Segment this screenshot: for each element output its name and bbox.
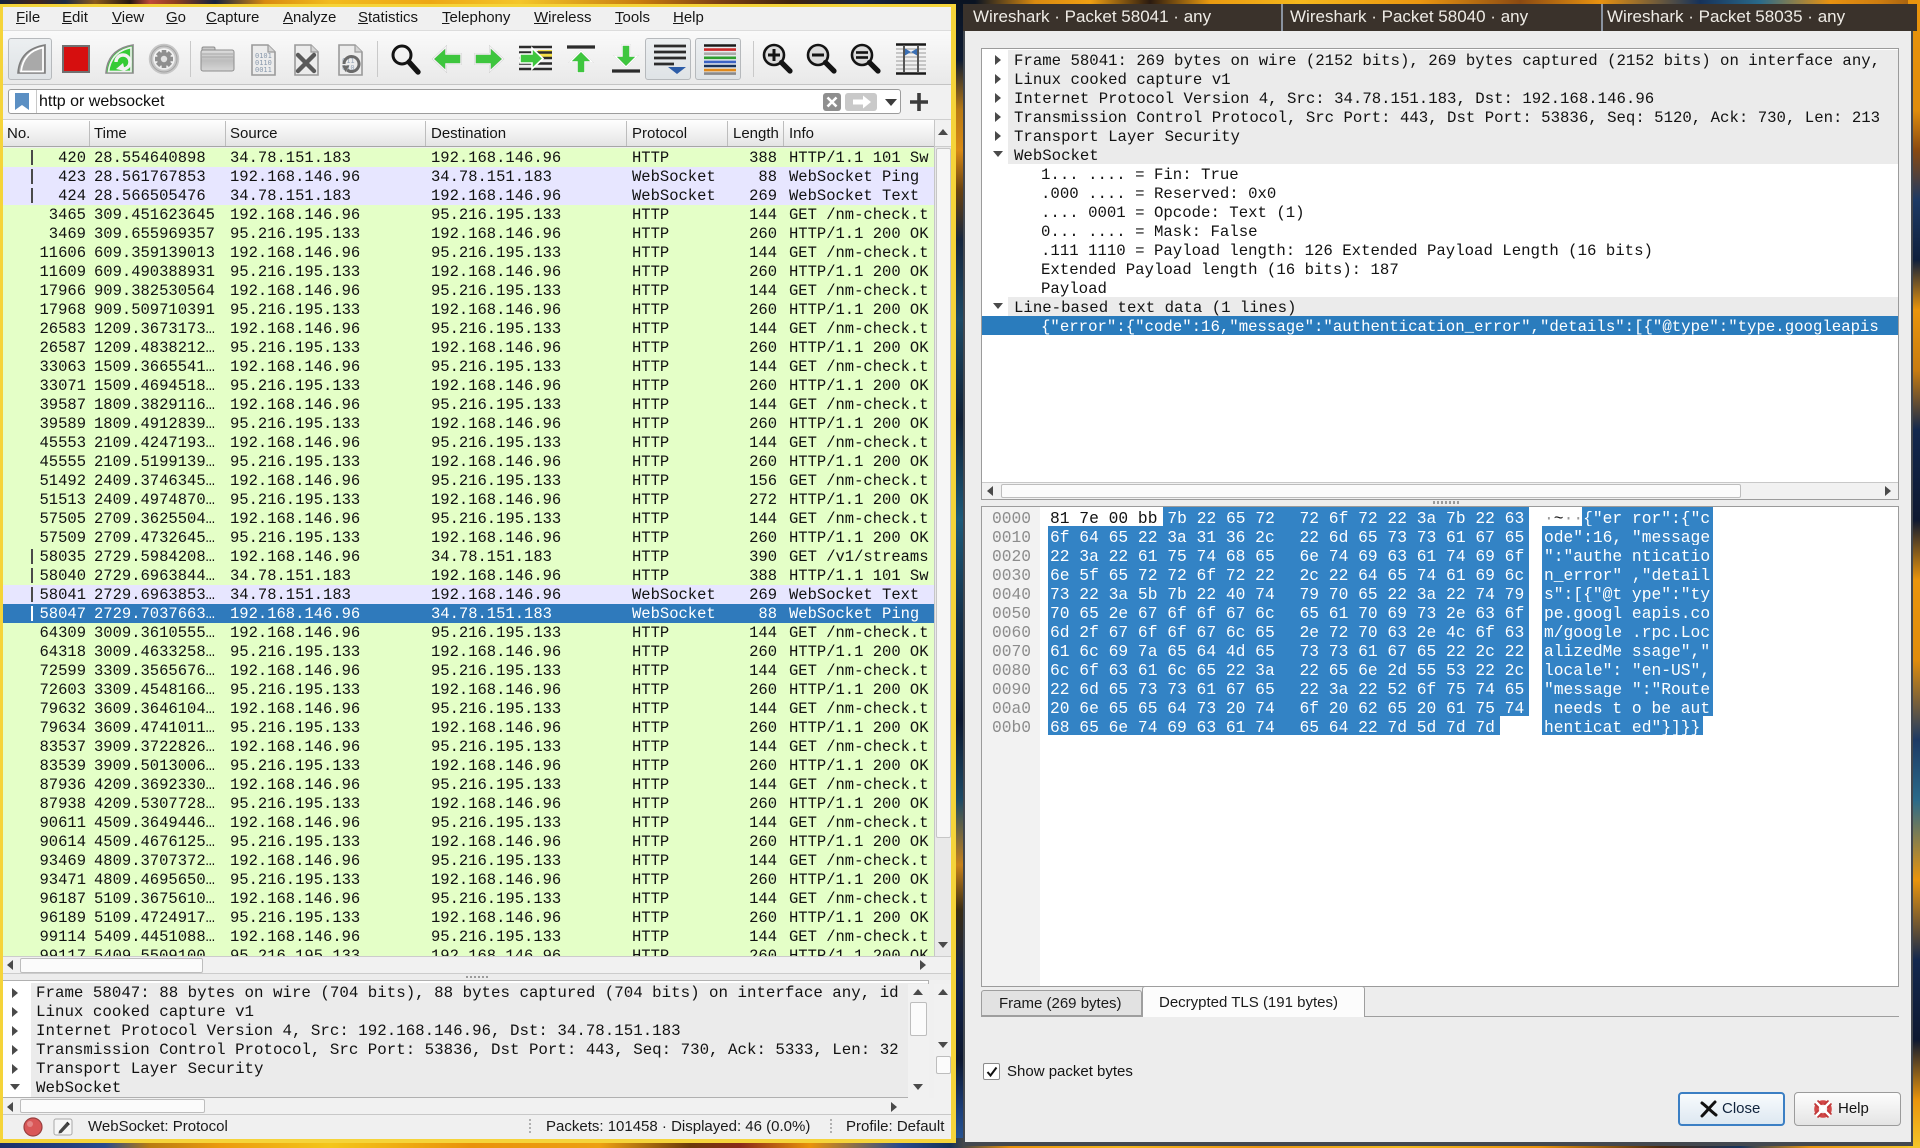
svg-text:0011: 0011 bbox=[255, 66, 272, 74]
